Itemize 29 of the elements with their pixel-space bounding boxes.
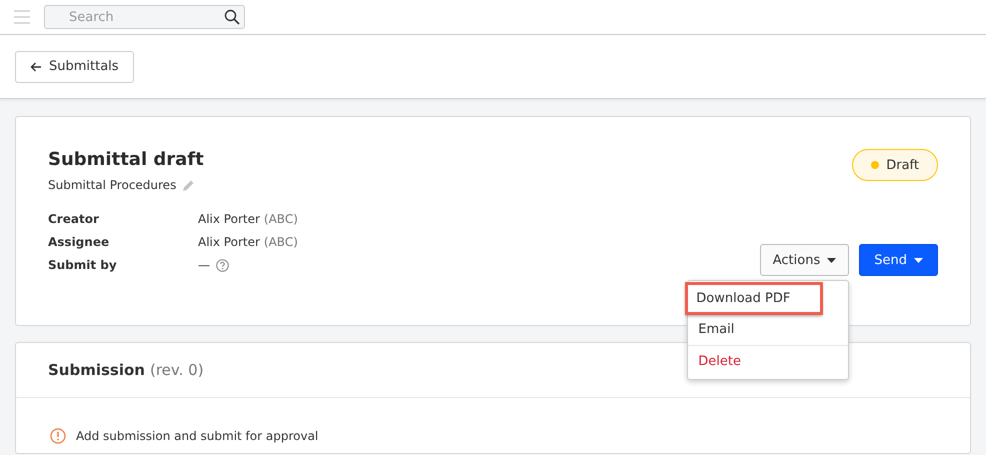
revision-text: (rev. 0) xyxy=(150,361,204,379)
notice-text: Add submission and submit for approval xyxy=(76,429,318,443)
back-button[interactable]: Submittals xyxy=(15,50,134,82)
organization-text: (ABC) xyxy=(264,212,298,226)
help-icon[interactable] xyxy=(216,258,229,272)
caret-icon xyxy=(914,258,923,262)
submittal-title: Submittal draft xyxy=(48,149,204,170)
detail-value: — xyxy=(198,258,210,272)
submittal-subtitle: Submittal Procedures xyxy=(48,178,176,192)
warning-icon xyxy=(50,428,66,444)
caret-icon xyxy=(827,258,836,262)
pencil-icon[interactable] xyxy=(182,178,196,192)
organization-text: (ABC) xyxy=(264,235,298,249)
detail-label: Submit by xyxy=(48,258,118,272)
arrow-left-icon xyxy=(30,62,42,72)
menu-item[interactable]: Download PDF xyxy=(686,283,822,314)
actions-dropdown-button[interactable]: Actions xyxy=(760,244,850,276)
detail-label: Creator xyxy=(48,212,100,226)
detail-label: Assignee xyxy=(48,235,110,249)
menu-item[interactable]: Delete xyxy=(688,345,848,377)
menu-item[interactable]: Email xyxy=(688,314,848,345)
status-badge: Draft xyxy=(852,149,938,181)
search-icon xyxy=(224,9,240,25)
menu-icon[interactable] xyxy=(13,10,31,24)
detail-value: Alix Porter xyxy=(198,212,260,226)
send-button[interactable]: Send xyxy=(859,244,938,276)
detail-value: Alix Porter xyxy=(198,235,260,249)
search-field[interactable]: Search xyxy=(44,5,245,29)
section-title: Submission xyxy=(48,361,145,379)
